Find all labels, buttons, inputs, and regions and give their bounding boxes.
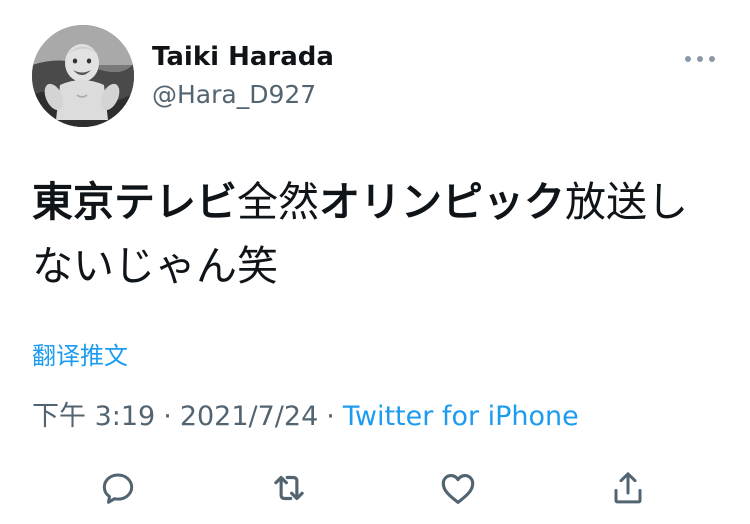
share-button[interactable] (600, 460, 656, 516)
tweet-text-segment: オリンピック (319, 178, 565, 226)
more-horizontal-icon (685, 56, 715, 62)
action-bar (0, 460, 750, 516)
separator-dot: · (326, 401, 335, 432)
retweet-button[interactable] (261, 460, 317, 516)
tweet-text-segment: 東京テレビ (32, 178, 237, 226)
share-icon (614, 472, 642, 504)
tweet-time[interactable]: 下午 3:19 (32, 401, 155, 432)
reply-button[interactable] (90, 460, 146, 516)
translate-tweet-link[interactable]: 翻译推文 (32, 340, 128, 372)
user-handle[interactable]: @Hara_D927 (152, 80, 316, 110)
tweet-date[interactable]: 2021/7/24 (180, 401, 318, 432)
more-button[interactable] (680, 44, 720, 74)
tweet-card: Taiki Harada @Hara_D927 東京テレビ全然オリンピック放送し… (0, 0, 750, 524)
retweet-icon (274, 475, 304, 501)
tweet-text-segment: 全然 (237, 178, 319, 226)
baby-photo-icon (32, 25, 134, 127)
display-name[interactable]: Taiki Harada (152, 42, 334, 72)
like-button[interactable] (430, 460, 486, 516)
separator-dot: · (163, 401, 172, 432)
like-icon (441, 474, 475, 504)
tweet-metadata: 下午 3:19 · 2021/7/24 · Twitter for iPhone (32, 400, 579, 434)
tweet-text: 東京テレビ全然オリンピック放送しないじゃん笑 (32, 170, 722, 298)
tweet-source-link[interactable]: Twitter for iPhone (343, 401, 579, 432)
avatar[interactable] (32, 25, 134, 127)
reply-icon (102, 473, 134, 504)
